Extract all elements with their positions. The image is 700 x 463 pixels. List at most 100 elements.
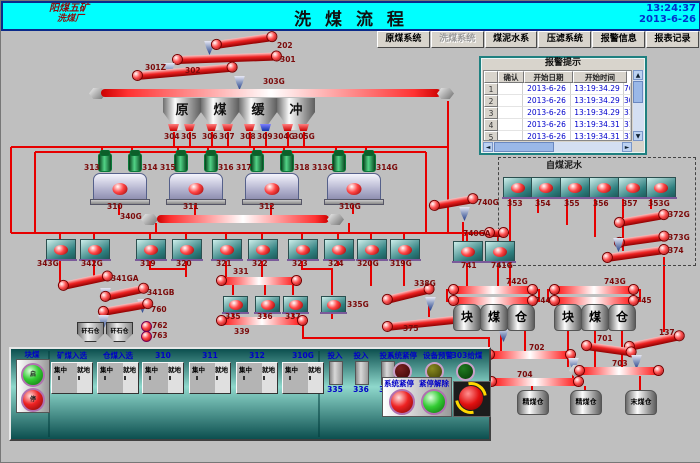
- mode-box-310g[interactable]: 集中就地: [282, 362, 324, 394]
- label-341gb: 341GB: [147, 289, 175, 297]
- alarm-row[interactable]: 32013-6-2613:19:34.29313斗: [484, 107, 631, 119]
- scroll-up-icon[interactable]: ▲: [633, 70, 643, 80]
- page-title: 洗 煤 流 程: [294, 5, 408, 30]
- label-310: 310: [107, 203, 123, 211]
- col-confirm[interactable]: 确认: [498, 71, 524, 83]
- alarm-row[interactable]: 42013-6-2613:19:34.31314斗: [484, 119, 631, 131]
- screen-321: [212, 239, 242, 260]
- cell-confirm[interactable]: [498, 95, 523, 107]
- alarm-panel: 报警提示 确认 开始日期 开始时间 12013-6-2613:19:34.297…: [479, 56, 647, 155]
- label-324: 324: [328, 260, 344, 268]
- system-stop-button[interactable]: [389, 389, 415, 415]
- nav-tabs: 原煤系统 洗煤系统 煤泥水系 压滤系统 报警信息 报表记录: [377, 31, 699, 48]
- cell-time: 13:19:34.29: [571, 83, 624, 95]
- cell-confirm[interactable]: [498, 131, 523, 141]
- mode-box-bunker-coal[interactable]: 集中就地: [97, 362, 139, 394]
- label-320g: 320G: [357, 260, 379, 268]
- label-373g: 373G: [668, 234, 690, 242]
- stop-release-label: 紧停解除: [417, 379, 451, 388]
- lump-silo-2a: 块: [554, 304, 582, 331]
- cell-confirm[interactable]: [498, 83, 523, 95]
- emergency-stop-button[interactable]: [459, 386, 483, 410]
- scroll-down-icon[interactable]: ▼: [633, 131, 643, 141]
- lamp-label-303-feed: 303给煤: [450, 351, 484, 360]
- screen-324: [324, 239, 354, 260]
- mode-left: 集中: [54, 364, 67, 374]
- valve-313g-icon: [332, 153, 346, 172]
- alarm-row[interactable]: 22013-6-2613:19:34.29302皮: [484, 95, 631, 107]
- clock: 13:24:37 2013-6-26: [639, 3, 696, 25]
- tab-alarm-info[interactable]: 报警信息: [592, 31, 645, 48]
- alarm-row[interactable]: 12013-6-2613:19:34.29760皮: [484, 83, 631, 95]
- start-button[interactable]: 启: [21, 363, 45, 387]
- mode-right: 就地: [215, 364, 228, 374]
- label-340g: 340G: [120, 213, 142, 221]
- label-740ga: 740GA: [463, 230, 491, 238]
- screen-320g: [357, 239, 387, 260]
- label-762: 762: [152, 322, 168, 330]
- hscroll-thumb[interactable]: [494, 142, 554, 152]
- scroll-right-icon[interactable]: ►: [622, 142, 632, 152]
- mode-right: 就地: [168, 364, 181, 374]
- label-743g: 743G: [604, 278, 626, 286]
- col-date[interactable]: 开始日期: [524, 71, 573, 83]
- group-label-311: 311: [189, 351, 231, 360]
- scroll-left-icon[interactable]: ◄: [483, 142, 493, 152]
- tab-slime-water[interactable]: 煤泥水系: [485, 31, 538, 48]
- cell-tag: 302皮: [624, 95, 631, 107]
- label-335: 335: [225, 313, 241, 321]
- row-num: 5: [484, 131, 498, 141]
- mode-box-311[interactable]: 集中就地: [189, 362, 231, 394]
- cell-date: 2013-6-26: [523, 95, 571, 107]
- clean-coal-silo-1: 精煤仓: [517, 390, 549, 415]
- lump-silo-2b: 煤: [581, 304, 609, 331]
- pump-353g: [646, 177, 676, 198]
- label-314: 314: [142, 164, 158, 172]
- bar-id-335: 335: [323, 385, 347, 394]
- label-307: 307: [219, 133, 235, 141]
- mode-box-312[interactable]: 集中就地: [236, 362, 278, 394]
- label-342g: 342G: [81, 260, 103, 268]
- screen-342g: [80, 239, 110, 260]
- label-356: 356: [593, 200, 609, 208]
- stop-button[interactable]: 停: [21, 388, 45, 412]
- alarm-row[interactable]: 52013-6-2613:19:34.31315斗: [484, 131, 631, 141]
- mode-box-mine-coal[interactable]: 集中就地: [51, 362, 93, 394]
- label-319: 319: [140, 260, 156, 268]
- label-304g: 304G: [273, 133, 295, 141]
- vscroll-thumb[interactable]: [633, 81, 643, 103]
- jig-312: [245, 173, 299, 202]
- screen-319: [136, 239, 166, 260]
- label-336: 336: [257, 313, 273, 321]
- valve-313-icon: [98, 153, 112, 172]
- alarm-hscrollbar[interactable]: ◄ ►: [483, 142, 632, 152]
- tab-reports[interactable]: 报表记录: [646, 31, 699, 48]
- label-316: 316: [218, 164, 234, 172]
- jig-310: [93, 173, 147, 202]
- pump-337: [283, 296, 308, 313]
- label-354: 354: [535, 200, 551, 208]
- cell-confirm[interactable]: [498, 119, 523, 131]
- cell-date: 2013-6-26: [523, 107, 571, 119]
- tab-washing[interactable]: 洗煤系统: [431, 31, 484, 48]
- alarm-vscrollbar[interactable]: ▲ ▼: [633, 70, 644, 141]
- row-num: 4: [484, 119, 498, 131]
- mode-box-310[interactable]: 集中就地: [142, 362, 184, 394]
- conveyor-743g: [554, 286, 634, 294]
- label-742g: 742G: [506, 278, 528, 286]
- label-339: 339: [234, 328, 250, 336]
- cell-tag: 313斗: [624, 107, 631, 119]
- cell-confirm[interactable]: [498, 107, 523, 119]
- mode-right: 就地: [308, 364, 321, 374]
- cell-time: 13:19:34.31: [571, 119, 624, 131]
- cell-time: 13:19:34.29: [571, 95, 624, 107]
- stop-release-button[interactable]: [421, 389, 447, 415]
- conveyor-740ga: [489, 229, 504, 237]
- time-text: 13:24:37: [639, 3, 696, 14]
- col-time[interactable]: 开始时间: [573, 71, 627, 83]
- pump-356: [589, 177, 619, 198]
- bar-335: [329, 361, 343, 385]
- tab-filter[interactable]: 压滤系统: [538, 31, 591, 48]
- tab-raw-coal[interactable]: 原煤系统: [377, 31, 430, 48]
- label-335g: 335G: [347, 301, 369, 309]
